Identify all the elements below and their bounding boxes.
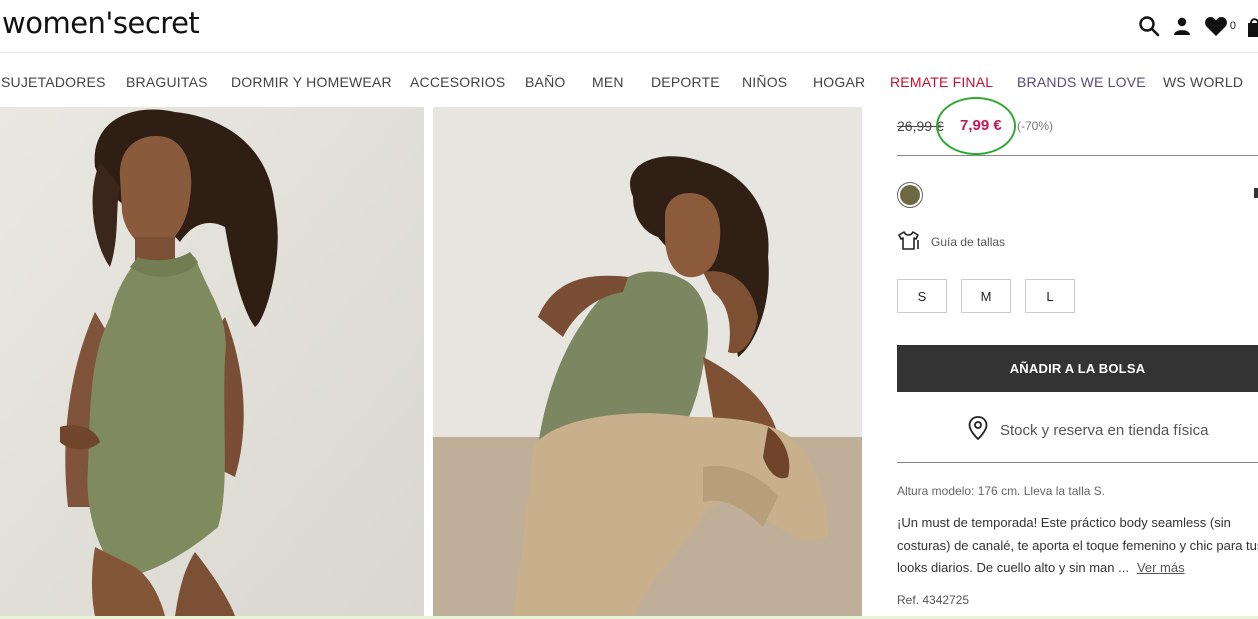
main-nav: SUJETADORES BRAGUITAS DORMIR Y HOMEWEAR … [0, 74, 1258, 94]
product-reference: Ref. 4342725 [897, 593, 970, 607]
header-icons: 0 [1138, 12, 1258, 40]
price-highlight-circle [936, 97, 1016, 155]
nav-item-bano[interactable]: BAÑO [525, 74, 565, 90]
product-image-seated[interactable] [433, 107, 862, 616]
brand-logo[interactable]: women'secret [2, 6, 200, 40]
stock-label: Stock y reserva en tienda física [1000, 421, 1209, 439]
description-line: ¡Un must de temporada! Este práctico bod… [897, 515, 1231, 530]
nav-item-brands-we-love[interactable]: BRANDS WE LOVE [1017, 74, 1146, 90]
cut-off-icon [1254, 188, 1258, 198]
search-icon[interactable] [1138, 15, 1160, 37]
product-description: ¡Un must de temporada! Este práctico bod… [897, 512, 1258, 580]
nav-item-remate-final[interactable]: REMATE FINAL [890, 74, 993, 90]
size-button-m[interactable]: M [961, 279, 1011, 313]
add-to-bag-button[interactable]: AÑADIR A LA BOLSA [897, 345, 1258, 392]
size-button-l[interactable]: L [1025, 279, 1075, 313]
nav-item-hogar[interactable]: HOGAR [813, 74, 865, 90]
model-info: Altura modelo: 176 cm. Lleva la talla S. [897, 484, 1106, 498]
shirt-icon [897, 230, 921, 253]
nav-item-accesorios[interactable]: ACCESORIOS [410, 74, 505, 90]
description-line: looks diarios. De cuello alto y sin man … [897, 560, 1129, 575]
divider [897, 462, 1258, 463]
nav-item-men[interactable]: MEN [592, 74, 624, 90]
nav-item-deporte[interactable]: DEPORTE [651, 74, 720, 90]
nav-item-dormir-homewear[interactable]: DORMIR Y HOMEWEAR [231, 74, 392, 90]
color-swatch-khaki[interactable] [897, 182, 923, 208]
size-guide-link[interactable]: Guía de tallas [897, 230, 1005, 253]
discount-badge: (-70%) [1017, 119, 1054, 133]
user-icon[interactable] [1172, 16, 1192, 36]
heart-icon[interactable] [1204, 15, 1228, 37]
nav-item-sujetadores[interactable]: SUJETADORES [1, 74, 106, 90]
divider [897, 155, 1258, 156]
stock-store-link[interactable]: Stock y reserva en tienda física [968, 416, 1208, 444]
description-line: costuras) de canalé, te aporta el toque … [897, 537, 1258, 553]
product-image-front[interactable] [0, 107, 424, 616]
bag-icon[interactable] [1248, 15, 1258, 37]
location-pin-icon [968, 416, 988, 444]
nav-item-ninos[interactable]: NIÑOS [742, 74, 787, 90]
header: women'secret 0 [0, 0, 1258, 53]
nav-item-braguitas[interactable]: BRAGUITAS [126, 74, 208, 90]
see-more-link[interactable]: Ver más [1137, 560, 1185, 575]
size-guide-label: Guía de tallas [931, 234, 1006, 249]
nav-item-ws-world[interactable]: WS WORLD [1163, 74, 1243, 90]
wishlist-count: 0 [1229, 20, 1236, 32]
size-button-s[interactable]: S [897, 279, 947, 313]
